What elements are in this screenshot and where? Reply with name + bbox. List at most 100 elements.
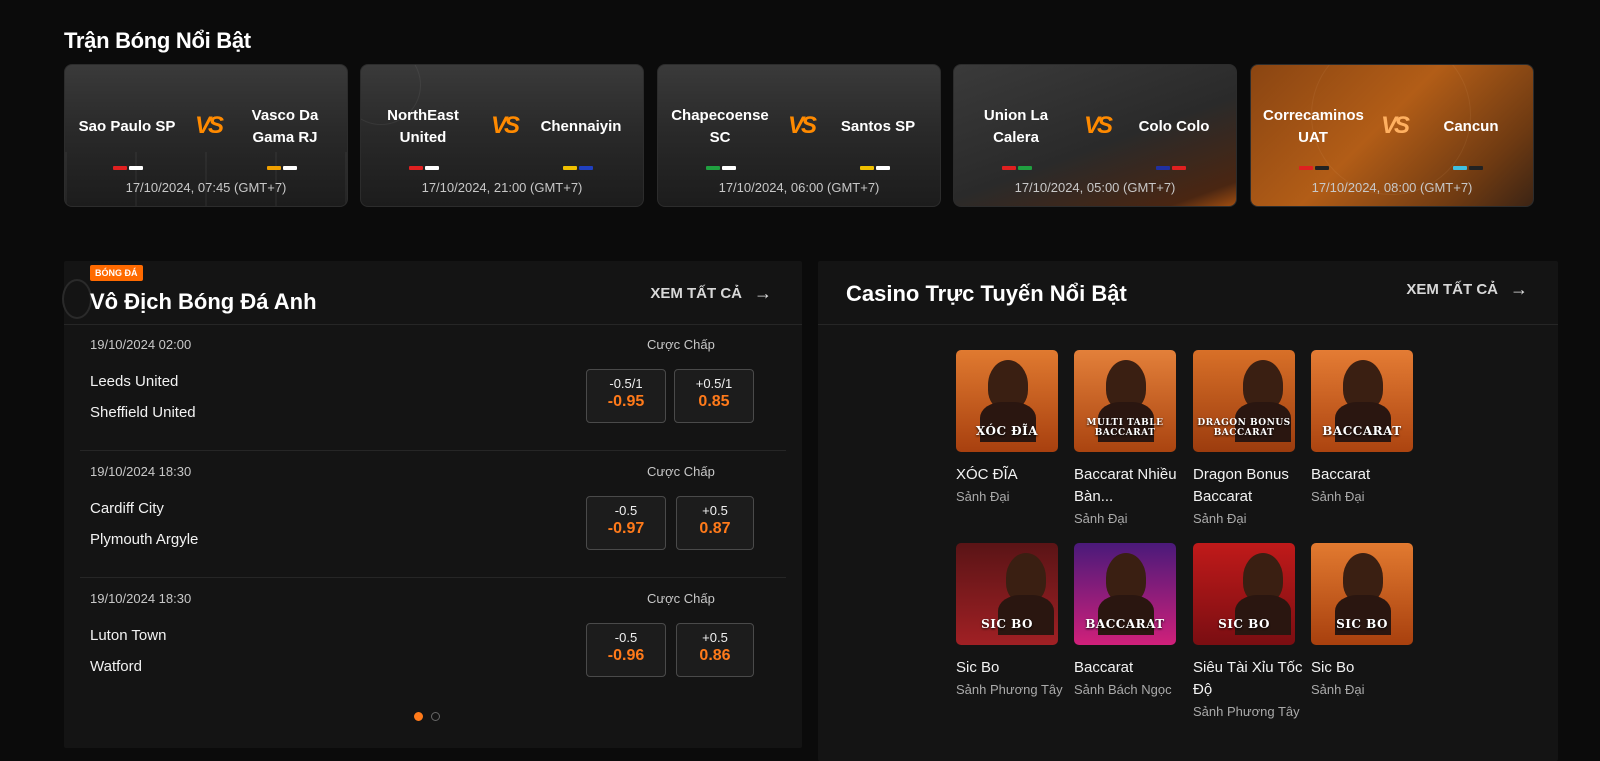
home-team: Sao Paulo SP [78, 118, 176, 135]
game-lobby: Sảnh Bách Ngọc [1074, 682, 1172, 697]
handicap: +0.5 [702, 503, 728, 518]
match-date: 19/10/2024 02:00 [90, 337, 192, 352]
divider [64, 324, 802, 325]
game-thumbnail: XÓC ĐĨA [956, 350, 1058, 452]
match-odds-row: 19/10/2024 18:30 Cược Chấp Cardiff City … [90, 464, 776, 588]
game-thumbnail: BACCARAT [1311, 350, 1413, 452]
game-tile[interactable]: BACCARAT Baccarat Sảnh Đại [1311, 350, 1421, 505]
odds-price: -0.97 [607, 520, 645, 537]
home-flag [113, 157, 145, 170]
home-team: Cardiff City [90, 500, 164, 517]
game-name: Siêu Tài Xỉu Tốc Độ [1193, 659, 1303, 698]
handicap: -0.5 [614, 503, 638, 518]
home-team: Luton Town [90, 627, 167, 644]
match-date: 19/10/2024 18:30 [90, 464, 192, 479]
odds-price: 0.87 [699, 520, 731, 537]
away-team: Watford [90, 658, 142, 675]
match-card[interactable]: Sao Paulo SP VS Vasco Da Gama RJ 17/10/2… [64, 64, 348, 207]
home-team: Chapecoense SC [671, 107, 769, 146]
game-name: Baccarat [1311, 466, 1371, 483]
match-card[interactable]: Correcaminos UAT VS Cancun 17/10/2024, 0… [1250, 64, 1534, 207]
vs-icon: VS [195, 112, 224, 139]
match-date: 19/10/2024 18:30 [90, 591, 192, 606]
away-team: Chennaiyin [540, 118, 622, 135]
carousel-dot[interactable] [431, 712, 440, 721]
bet-type: Cược Chấp [647, 591, 715, 606]
odds-price: -0.95 [607, 393, 645, 410]
home-flag [1299, 157, 1331, 170]
game-lobby: Sảnh Đại [956, 489, 1010, 504]
match-card[interactable]: NorthEast United VS Chennaiyin 17/10/202… [360, 64, 644, 207]
game-tile[interactable]: SIC BO Sic Bo Sảnh Đại [1311, 543, 1421, 698]
odds-home-button[interactable]: -0.5 -0.96 [586, 623, 666, 677]
away-team: Vasco Da Gama RJ [251, 107, 319, 146]
game-thumbnail: DRAGON BONUS BACCARAT [1193, 350, 1295, 452]
away-flag [267, 157, 299, 170]
game-name: Sic Bo [1311, 659, 1355, 676]
game-logo: SIC BO [1336, 617, 1388, 631]
odds-home-button[interactable]: -0.5/1 -0.95 [586, 369, 666, 423]
handicap: -0.5 [614, 630, 638, 645]
game-thumbnail: MULTI TABLE BACCARAT [1074, 350, 1176, 452]
game-tile[interactable]: BACCARAT Baccarat Sảnh Bách Ngọc [1074, 543, 1184, 698]
field-decoration [65, 152, 347, 206]
arrow-right-icon: → [754, 283, 772, 303]
handicap: +0.5/1 [695, 376, 733, 391]
league-title: Vô Địch Bóng Đá Anh [90, 289, 317, 314]
handicap: -0.5/1 [609, 376, 643, 391]
odds-home-button[interactable]: -0.5 -0.97 [586, 496, 666, 550]
game-lobby: Sảnh Phương Tây [1193, 704, 1300, 719]
game-name: Dragon Bonus Baccarat [1193, 466, 1289, 505]
away-flag [563, 157, 595, 170]
game-tile[interactable]: XÓC ĐĨA XÓC ĐĨA Sảnh Đại [956, 350, 1066, 505]
league-panel: BÓNG ĐÁ Vô Địch Bóng Đá Anh XEM TẤT CẢ →… [62, 261, 802, 748]
carousel-dots [414, 712, 440, 721]
carousel-dot[interactable] [414, 712, 423, 721]
away-team: Santos SP [840, 118, 916, 135]
game-name: XÓC ĐĨA [956, 466, 1018, 483]
see-all-button[interactable]: XEM TẤT CẢ → [650, 283, 772, 304]
match-card[interactable]: Chapecoense SC VS Santos SP 17/10/2024, … [657, 64, 941, 207]
game-lobby: Sảnh Phương Tây [956, 682, 1063, 697]
game-lobby: Sảnh Đại [1193, 511, 1247, 526]
game-logo: XÓC ĐĨA [975, 424, 1039, 438]
odds-away-button[interactable]: +0.5 0.86 [676, 623, 754, 677]
game-tile[interactable]: SIC BO Siêu Tài Xỉu Tốc Độ Sảnh Phương T… [1193, 543, 1303, 720]
match-time: 17/10/2024, 05:00 (GMT+7) [1014, 180, 1176, 195]
match-time: 17/10/2024, 07:45 (GMT+7) [125, 180, 287, 195]
see-all-label: XEM TẤT CẢ [650, 285, 742, 302]
home-team: NorthEast United [387, 107, 459, 146]
away-team: Sheffield United [90, 404, 196, 421]
home-flag [409, 157, 441, 170]
game-logo: BACCARAT [1085, 617, 1165, 631]
away-flag [1453, 157, 1485, 170]
home-team: Correcaminos UAT [1263, 107, 1364, 146]
see-all-button[interactable]: XEM TẤT CẢ → [1406, 279, 1528, 300]
bet-type: Cược Chấp [647, 337, 715, 352]
match-odds-row: 19/10/2024 02:00 Cược Chấp Leeds United … [90, 337, 776, 461]
away-flag [1156, 157, 1188, 170]
match-card[interactable]: Union La Calera VS Colo Colo 17/10/2024,… [953, 64, 1237, 207]
game-tile[interactable]: DRAGON BONUS BACCARAT Dragon Bonus Bacca… [1193, 350, 1303, 527]
home-team: Leeds United [90, 373, 179, 390]
odds-away-button[interactable]: +0.5 0.87 [676, 496, 754, 550]
game-tile[interactable]: SIC BO Sic Bo Sảnh Phương Tây [956, 543, 1066, 698]
game-logo: BACCARAT [1322, 424, 1402, 438]
divider [818, 324, 1558, 325]
handicap: +0.5 [702, 630, 728, 645]
see-all-label: XEM TẤT CẢ [1406, 281, 1498, 298]
football-icon [62, 279, 92, 319]
vs-icon: VS [1381, 112, 1410, 139]
casino-panel: Casino Trực Tuyến Nổi Bật XEM TẤT CẢ → X… [818, 261, 1558, 761]
odds-away-button[interactable]: +0.5/1 0.85 [674, 369, 754, 423]
game-tile[interactable]: MULTI TABLE BACCARAT Baccarat Nhiều Bàn.… [1074, 350, 1184, 527]
away-team: Plymouth Argyle [90, 531, 199, 548]
game-name: Sic Bo [956, 659, 1000, 676]
home-flag [706, 157, 738, 170]
home-flag [1002, 157, 1034, 170]
category-badge: BÓNG ĐÁ [90, 265, 143, 281]
divider [80, 450, 786, 451]
game-lobby: Sảnh Đại [1311, 489, 1365, 504]
home-team: Union La Calera [983, 107, 1049, 146]
game-name: Baccarat Nhiều Bàn... [1074, 466, 1177, 505]
